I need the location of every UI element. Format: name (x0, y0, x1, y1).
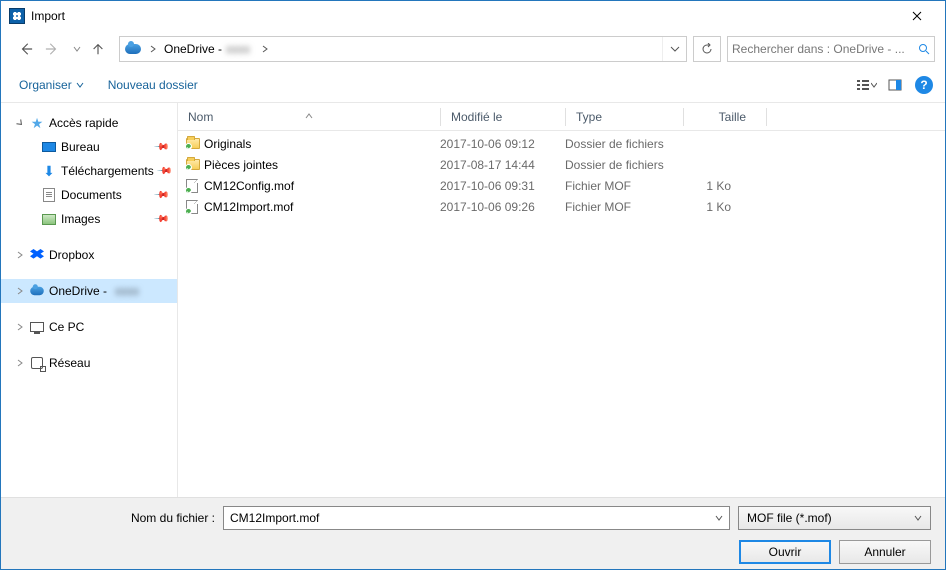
address-bar[interactable]: OneDrive -xxxx (119, 36, 687, 62)
file-row[interactable]: Pièces jointes2017-08-17 14:44Dossier de… (178, 154, 945, 175)
star-icon: ★ (29, 115, 45, 131)
file-name: CM12Import.mof (204, 200, 440, 214)
chevron-down-icon (76, 81, 84, 89)
help-button[interactable]: ? (915, 76, 933, 94)
chevron-right-icon[interactable] (258, 37, 272, 61)
recent-locations-button[interactable] (69, 38, 85, 60)
file-row[interactable]: Originals2017-10-06 09:12Dossier de fich… (178, 133, 945, 154)
file-row[interactable]: CM12Import.mof2017-10-06 09:26Fichier MO… (178, 196, 945, 217)
column-type[interactable]: Type (566, 110, 683, 124)
chevron-right-icon[interactable] (146, 37, 160, 61)
document-icon (41, 187, 57, 203)
sidebar-desktop[interactable]: Bureau 📌 (1, 135, 177, 159)
pin-icon: 📌 (152, 139, 169, 156)
file-name: Originals (204, 137, 440, 151)
column-modified[interactable]: Modifié le (441, 110, 565, 124)
pc-icon (29, 319, 45, 335)
cancel-button[interactable]: Annuler (839, 540, 931, 564)
preview-pane-icon (888, 78, 902, 92)
chevron-down-icon (914, 514, 922, 522)
sidebar-network[interactable]: Réseau (1, 351, 177, 375)
address-dropdown-button[interactable] (662, 37, 686, 61)
preview-pane-button[interactable] (879, 71, 911, 99)
sidebar-onedrive[interactable]: OneDrive -xxxx (1, 279, 177, 303)
sidebar-images[interactable]: Images 📌 (1, 207, 177, 231)
column-size[interactable]: Taille (684, 110, 766, 124)
chevron-down-icon (871, 82, 877, 88)
search-placeholder: Rechercher dans : OneDrive - ... (732, 42, 914, 56)
file-type: Fichier MOF (565, 200, 683, 214)
column-name[interactable]: Nom (178, 110, 440, 124)
file-type: Fichier MOF (565, 179, 683, 193)
filename-input[interactable]: CM12Import.mof (223, 506, 730, 530)
file-modified: 2017-10-06 09:12 (440, 137, 565, 151)
file-type: Dossier de fichiers (565, 158, 683, 172)
view-icon (856, 78, 870, 92)
file-size: 1 Ko (683, 200, 765, 214)
up-button[interactable] (87, 38, 109, 60)
desktop-icon (41, 139, 57, 155)
file-name: Pièces jointes (204, 158, 440, 172)
back-button[interactable] (15, 38, 37, 60)
file-list: Nom Modifié le Type Taille Originals2017… (178, 103, 945, 497)
file-size: 1 Ko (683, 179, 765, 193)
dropbox-icon (29, 247, 45, 263)
pin-icon: 📌 (152, 187, 169, 204)
title-bar: Import (1, 1, 945, 31)
filetype-filter[interactable]: MOF file (*.mof) (738, 506, 931, 530)
refresh-button[interactable] (693, 36, 721, 62)
file-modified: 2017-10-06 09:26 (440, 200, 565, 214)
nav-bar: OneDrive -xxxx Rechercher dans : OneDriv… (1, 31, 945, 67)
new-folder-button[interactable]: Nouveau dossier (102, 71, 204, 99)
filename-label: Nom du fichier : (15, 511, 215, 525)
file-icon (186, 200, 198, 214)
navigation-pane: ★ Accès rapide Bureau 📌 ⬇ Téléchargement… (1, 103, 178, 497)
toolbar: Organiser Nouveau dossier ? (1, 67, 945, 103)
window-title: Import (31, 9, 65, 23)
sidebar-this-pc[interactable]: Ce PC (1, 315, 177, 339)
sidebar-documents[interactable]: Documents 📌 (1, 183, 177, 207)
main-area: ★ Accès rapide Bureau 📌 ⬇ Téléchargement… (1, 103, 945, 497)
network-icon (29, 355, 45, 371)
forward-button[interactable] (41, 38, 63, 60)
bottom-panel: Nom du fichier : CM12Import.mof MOF file… (1, 497, 945, 569)
file-modified: 2017-10-06 09:31 (440, 179, 565, 193)
folder-icon (186, 138, 200, 149)
folder-icon (186, 159, 200, 170)
view-options-button[interactable] (847, 71, 879, 99)
organize-button[interactable]: Organiser (13, 71, 90, 99)
search-input[interactable]: Rechercher dans : OneDrive - ... (727, 36, 935, 62)
download-icon: ⬇ (41, 163, 57, 179)
sidebar-quick-access[interactable]: ★ Accès rapide (1, 111, 177, 135)
file-row[interactable]: CM12Config.mof2017-10-06 09:31Fichier MO… (178, 175, 945, 196)
chevron-down-icon (715, 514, 723, 522)
onedrive-icon (29, 283, 45, 299)
sort-asc-icon (305, 108, 313, 122)
close-icon (912, 11, 922, 21)
pin-icon: 📌 (152, 211, 169, 228)
file-icon (186, 179, 198, 193)
pin-icon: 📌 (156, 163, 173, 180)
search-icon (918, 43, 930, 55)
onedrive-icon (124, 40, 142, 58)
app-icon (9, 8, 25, 24)
column-headers: Nom Modifié le Type Taille (178, 103, 945, 131)
file-modified: 2017-08-17 14:44 (440, 158, 565, 172)
breadcrumb-root[interactable]: OneDrive -xxxx (160, 37, 258, 61)
file-rows: Originals2017-10-06 09:12Dossier de fich… (178, 131, 945, 217)
open-button[interactable]: Ouvrir (739, 540, 831, 564)
close-button[interactable] (897, 1, 937, 31)
file-type: Dossier de fichiers (565, 137, 683, 151)
sidebar-downloads[interactable]: ⬇ Téléchargements 📌 (1, 159, 177, 183)
images-icon (41, 211, 57, 227)
file-name: CM12Config.mof (204, 179, 440, 193)
sidebar-dropbox[interactable]: Dropbox (1, 243, 177, 267)
